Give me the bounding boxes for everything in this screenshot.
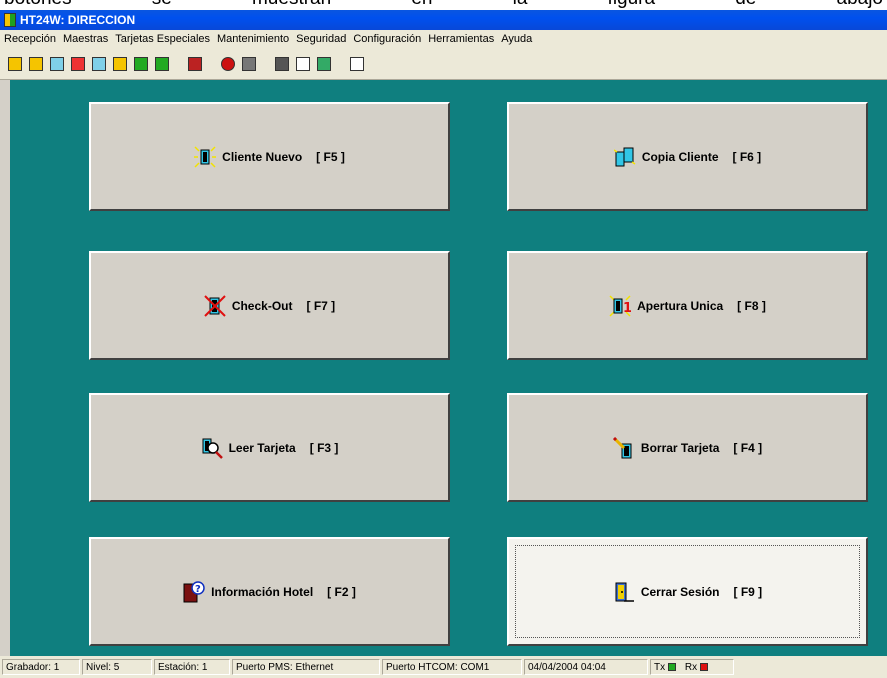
shortcut-key: [ F6 ] (732, 149, 762, 164)
special-card-icon[interactable] (134, 56, 148, 71)
cliente-nuevo-button[interactable]: Cliente Nuevo [ F5 ] (89, 102, 450, 211)
calculator-icon[interactable] (275, 56, 289, 71)
shortcut-key: [ F4 ] (733, 440, 763, 455)
menu-mantenimiento[interactable]: Mantenimiento (213, 33, 292, 45)
audit-icon[interactable] (242, 56, 256, 71)
checkout-icon[interactable] (50, 56, 64, 71)
title-bar[interactable]: HT24W: DIRECCION (0, 10, 887, 30)
button-label: Check-Out (231, 298, 293, 313)
status-leds: Tx Rx (650, 659, 734, 675)
copy-client-icon[interactable] (29, 56, 43, 71)
informacion-hotel-button[interactable]: ? Información Hotel [ F2 ] (89, 537, 450, 646)
menu-recepcion[interactable]: Recepción (0, 33, 59, 45)
svg-text:?: ? (195, 584, 201, 595)
status-grabador: Grabador: 1 (2, 659, 80, 675)
tx-label: Tx (654, 662, 666, 673)
status-puerto-htcom: Puerto HTCOM: COM1 (382, 659, 522, 675)
app-icon (4, 13, 16, 27)
status-puerto-pms: Puerto PMS: Ethernet (232, 659, 380, 675)
checkout-icon (204, 294, 226, 317)
new-client-icon[interactable] (8, 56, 22, 71)
leer-tarjeta-button[interactable]: Leer Tarjeta [ F3 ] (89, 393, 450, 502)
menu-tarjetas-especiales[interactable]: Tarjetas Especiales (111, 33, 213, 45)
card-reader-icon[interactable] (317, 56, 331, 71)
shortcut-key: [ F3 ] (309, 440, 339, 455)
menu-seguridad[interactable]: Seguridad (292, 33, 349, 45)
shortcut-key: [ F8 ] (737, 298, 766, 313)
status-estacion: Estación: 1 (154, 659, 230, 675)
button-label: Leer Tarjeta (228, 440, 296, 455)
app-window: HT24W: DIRECCION Recepción Maestras Tarj… (0, 10, 887, 678)
shortcut-key: [ F7 ] (306, 298, 336, 313)
shortcut-key: [ F5 ] (316, 149, 345, 164)
main-panel: Cliente Nuevo [ F5 ] Copia Cliente [ F6 … (10, 80, 887, 656)
menu-maestras[interactable]: Maestras (59, 33, 111, 45)
single-opening-icon: 1 (609, 294, 632, 317)
book-icon[interactable] (350, 56, 364, 71)
focus-rectangle (515, 545, 860, 638)
menu-configuracion[interactable]: Configuración (349, 33, 424, 45)
menu-bar: Recepción Maestras Tarjetas Especiales M… (0, 30, 887, 48)
borrar-tarjeta-button[interactable]: Borrar Tarjeta [ F4 ] (507, 393, 868, 502)
apertura-unica-button[interactable]: 1 Apertura Unica [ F8 ] (507, 251, 868, 360)
card-icon[interactable] (155, 56, 169, 71)
button-label: Borrar Tarjeta (640, 440, 720, 455)
copia-cliente-button[interactable]: Copia Cliente [ F6 ] (507, 102, 868, 211)
status-bar: Grabador: 1 Nivel: 5 Estación: 1 Puerto … (0, 656, 887, 678)
toolbar (0, 48, 887, 80)
status-datetime: 04/04/2004 04:04 (524, 659, 648, 675)
menu-herramientas[interactable]: Herramientas (424, 33, 497, 45)
rx-led-icon (700, 663, 709, 672)
status-nivel: Nivel: 5 (82, 659, 152, 675)
tx-led-icon (668, 663, 677, 672)
cerrar-sesion-button[interactable]: Cerrar Sesión [ F9 ] (507, 537, 868, 646)
hotel-info-icon: ? (183, 580, 205, 603)
copy-client-icon (613, 146, 636, 168)
button-label: Información Hotel (211, 584, 314, 599)
button-label: Apertura Unica (637, 298, 724, 313)
window-title: HT24W: DIRECCION (20, 13, 136, 27)
check-out-button[interactable]: Check-Out [ F7 ] (89, 251, 450, 360)
gift-box-icon[interactable] (188, 56, 202, 71)
read-card-icon[interactable] (92, 56, 106, 71)
single-opening-icon[interactable] (71, 56, 85, 71)
exit-door-icon (613, 581, 635, 603)
erase-card-icon (612, 436, 635, 459)
new-client-icon (194, 145, 217, 168)
stop-icon[interactable] (221, 56, 235, 71)
read-card-icon (201, 437, 223, 459)
rx-label: Rx (684, 662, 698, 673)
erase-card-icon[interactable] (113, 56, 127, 71)
button-label: Copia Cliente (641, 149, 719, 164)
edit-icon[interactable] (296, 56, 310, 71)
shortcut-key: [ F2 ] (327, 584, 356, 599)
svg-text:1: 1 (623, 301, 631, 316)
button-label: Cliente Nuevo (222, 149, 303, 164)
menu-ayuda[interactable]: Ayuda (497, 33, 535, 45)
